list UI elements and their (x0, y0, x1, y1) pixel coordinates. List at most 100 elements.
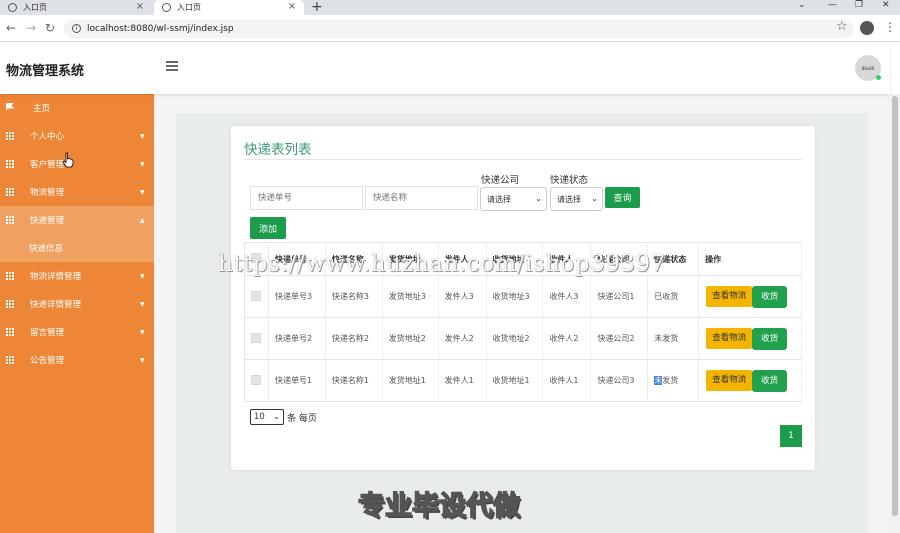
sidebar-item-express-detail[interactable]: 快递详情管理 ▼ (0, 290, 154, 318)
close-tab-icon[interactable]: × (136, 1, 144, 12)
grid-icon (6, 272, 14, 280)
cell-to: 收货地址1 (486, 359, 544, 402)
receive-button[interactable]: 收货 (752, 327, 788, 350)
info-icon[interactable]: i (72, 24, 81, 33)
tab-title: 入口页 (23, 3, 47, 12)
grid-icon (6, 328, 14, 336)
sidebar-item-profile[interactable]: 个人中心 ▼ (0, 122, 154, 150)
cell-actions: 查看物流 收货 (698, 275, 802, 318)
sidebar-item-express[interactable]: 快递管理 ▲ (0, 206, 154, 234)
globe-icon (162, 3, 171, 12)
status-select[interactable]: 请选择 ⌄ (550, 187, 603, 211)
page-size-value: 10 (254, 412, 265, 422)
sidebar-item-announcements[interactable]: 公告管理 ▼ (0, 346, 154, 374)
sidebar-item-label: 客户管理 (30, 160, 65, 170)
express-number-input[interactable] (250, 186, 363, 210)
hamburger-icon[interactable] (166, 61, 178, 73)
table-row: 快递单号2 快递名称2 发货地址2 发件人2 收货地址2 收件人2 快递公司2 … (244, 317, 802, 360)
page-scrollbar[interactable] (890, 94, 900, 533)
row-checkbox[interactable] (251, 374, 261, 385)
row-checkbox[interactable] (251, 332, 261, 343)
app-header: 物流管理系统 80x80 (0, 42, 890, 94)
new-tab-icon[interactable]: + (311, 0, 323, 15)
cell-status: 未发货 (647, 359, 700, 402)
company-select-value: 请选择 (487, 194, 511, 204)
cell-receiver: 收件人3 (542, 275, 592, 318)
back-icon[interactable]: ← (6, 21, 16, 35)
sidebar-item-label: 快递信息 (29, 244, 64, 254)
close-window-icon[interactable]: ✕ (882, 0, 890, 10)
company-label: 快递公司 (481, 175, 520, 186)
globe-icon (8, 3, 17, 12)
status-label: 快递状态 (550, 175, 589, 186)
sidebar-item-logistics-detail[interactable]: 物流详情管理 ▼ (0, 262, 154, 290)
row-select-cell (244, 359, 269, 402)
cell-name: 快递名称3 (325, 275, 383, 318)
cell-to: 收货地址3 (486, 275, 544, 318)
receive-button[interactable]: 收货 (752, 369, 788, 392)
row-checkbox[interactable] (251, 290, 261, 301)
cell-from: 发货地址2 (382, 317, 439, 360)
status-text: 发货 (662, 376, 679, 385)
view-logistics-button[interactable]: 查看物流 (706, 328, 753, 349)
reload-icon[interactable]: ↻ (45, 21, 55, 35)
sidebar-item-home[interactable]: 主页 (0, 94, 154, 122)
flag-icon (6, 103, 14, 111)
add-button[interactable]: 添加 (250, 217, 286, 239)
avatar-text: 80x80 (861, 65, 875, 71)
cell-to: 收货地址2 (486, 317, 544, 360)
grid-icon (6, 356, 14, 364)
per-page-label: 条 每页 (287, 414, 317, 424)
forward-icon[interactable]: → (26, 21, 36, 35)
express-name-input[interactable] (365, 186, 478, 210)
browser-tab-2[interactable]: 入口页 × (154, 0, 304, 15)
cell-receiver: 收件人1 (542, 359, 592, 402)
restore-icon[interactable]: ❐ (855, 0, 863, 10)
cell-sender: 发件人1 (438, 359, 487, 402)
cell-from: 发货地址3 (382, 275, 439, 318)
kebab-icon[interactable]: ⋮ (884, 20, 896, 34)
minimize-icon[interactable]: — (828, 0, 837, 10)
chevron-down-icon[interactable]: ⌄ (798, 0, 806, 10)
sidebar-item-messages[interactable]: 留言管理 ▼ (0, 318, 154, 346)
url-text: localhost:8080/wl-ssmj/index.jsp (87, 23, 234, 34)
sidebar-subitem-express-info[interactable]: 快递信息 (0, 234, 154, 262)
grid-icon (6, 132, 14, 140)
url-input[interactable]: i localhost:8080/wl-ssmj/index.jsp (64, 19, 854, 38)
close-tab-icon[interactable]: × (288, 1, 296, 12)
profile-icon[interactable] (860, 21, 874, 35)
scrollbar-thumb[interactable] (892, 96, 898, 516)
page-button-1[interactable]: 1 (780, 425, 802, 447)
chevron-down-icon: ⌄ (273, 412, 280, 421)
sidebar-item-label: 物流详情管理 (30, 272, 82, 282)
cell-status: 已收货 (647, 275, 700, 318)
sidebar-item-logistics[interactable]: 物流管理 ▼ (0, 178, 154, 206)
chevron-down-icon: ⌄ (591, 194, 598, 203)
receive-button[interactable]: 收货 (752, 285, 788, 308)
address-bar: ← → ↻ i localhost:8080/wl-ssmj/index.jsp… (0, 15, 900, 42)
cell-sender: 发件人2 (438, 317, 487, 360)
table-row: 快递单号3 快递名称3 发货地址3 发件人3 收货地址3 收件人3 快递公司1 … (244, 275, 802, 318)
sidebar: 主页 个人中心 ▼ 客户管理 ▼ 物流管理 ▼ 快递管理 ▲ 快递信息 物流详情… (0, 94, 154, 533)
grid-icon (6, 188, 14, 196)
sidebar-item-customers[interactable]: 客户管理 ▼ (0, 150, 154, 178)
sidebar-item-label: 公告管理 (30, 356, 65, 366)
app-brand: 物流管理系统 (6, 64, 85, 79)
column-header: 操作 (698, 242, 802, 276)
avatar[interactable]: 80x80 (855, 55, 881, 81)
company-select[interactable]: 请选择 ⌄ (480, 187, 547, 211)
chevron-down-icon: ⌄ (535, 194, 542, 203)
view-logistics-button[interactable]: 查看物流 (706, 370, 753, 391)
browser-tab-1[interactable]: 入口页 × (0, 0, 152, 15)
promo-text: 专业毕设代做 (357, 490, 521, 523)
page-size-select[interactable]: 10 ⌄ (250, 409, 284, 425)
status-select-value: 请选择 (557, 194, 581, 204)
view-logistics-button[interactable]: 查看物流 (706, 286, 753, 307)
caret-up-icon: ▲ (140, 216, 145, 224)
cell-name: 快递名称2 (325, 317, 383, 360)
online-status-dot (876, 75, 881, 80)
star-icon[interactable]: ☆ (836, 19, 848, 34)
caret-down-icon: ▼ (140, 328, 145, 336)
query-button[interactable]: 查询 (605, 187, 640, 208)
tab-title: 入口页 (177, 3, 201, 12)
